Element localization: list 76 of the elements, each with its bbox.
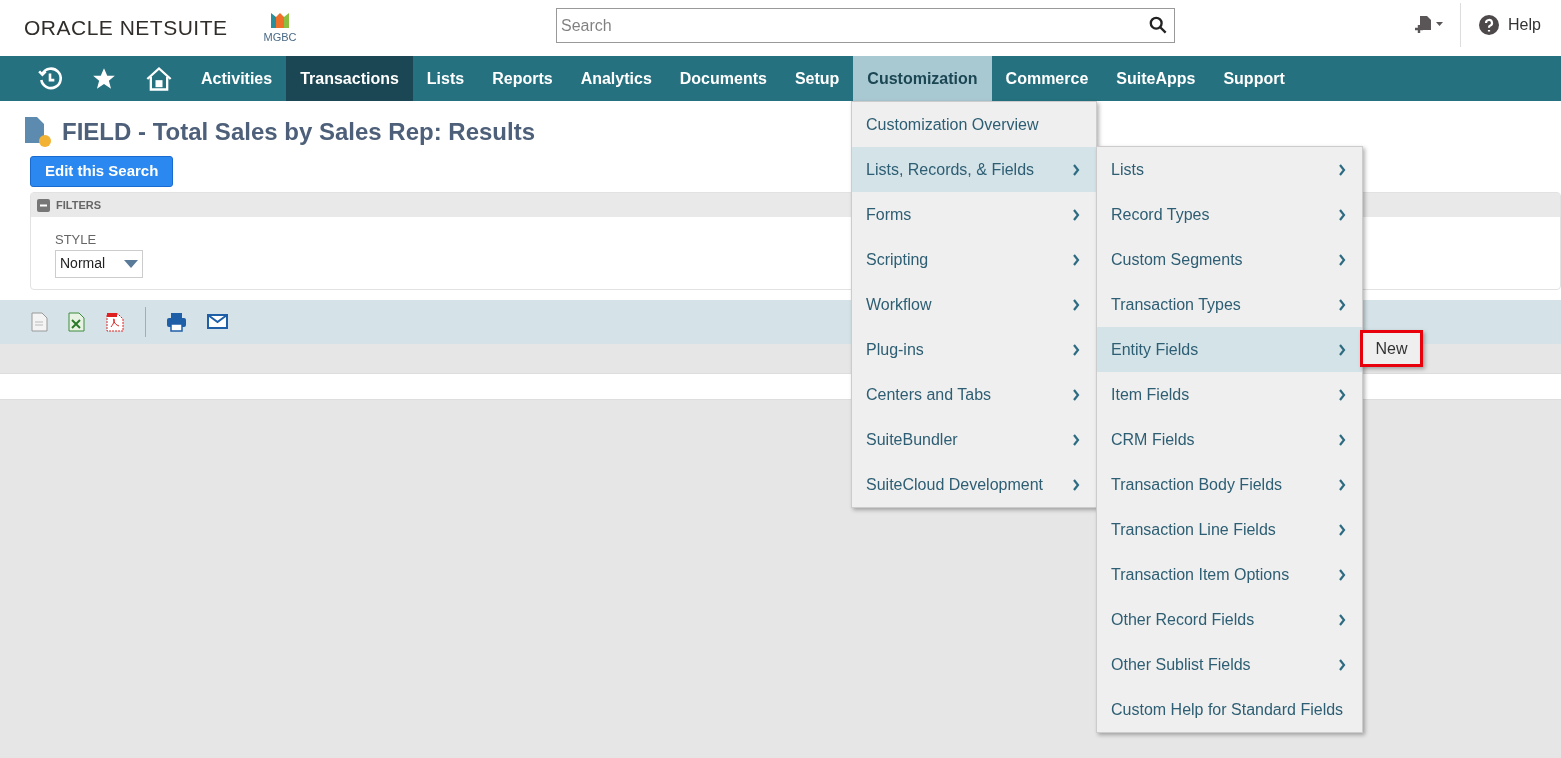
menu-item[interactable]: Workflow — [852, 282, 1096, 327]
menu-item[interactable]: Other Record Fields — [1097, 597, 1362, 642]
chevron-right-icon — [1072, 253, 1080, 266]
spreadsheet-icon[interactable] — [68, 312, 85, 332]
nav-tab[interactable]: Documents — [665, 56, 781, 101]
menu-item[interactable]: Record Types — [1097, 192, 1362, 237]
menu-item[interactable]: SuiteCloud Development — [852, 462, 1096, 507]
print-icon[interactable] — [166, 312, 187, 332]
chevron-right-icon — [1338, 568, 1346, 581]
menu-item[interactable]: Lists — [1097, 147, 1362, 192]
dropdown-arrow-icon — [124, 259, 138, 268]
document-icon — [24, 116, 52, 148]
search-icon[interactable] — [1149, 16, 1167, 34]
chevron-right-icon — [1338, 523, 1346, 536]
menu-item[interactable]: Plug-ins — [852, 327, 1096, 372]
chevron-right-icon — [1338, 658, 1346, 671]
menu-item[interactable]: SuiteBundler — [852, 417, 1096, 462]
menu-item[interactable]: Item Fields — [1097, 372, 1362, 417]
nav-tab[interactable]: Support — [1209, 56, 1299, 101]
company-name: MGBC — [263, 29, 297, 45]
recent-icon — [37, 65, 63, 92]
chevron-right-icon — [1338, 163, 1346, 176]
email-icon[interactable] — [207, 314, 228, 330]
help-button[interactable]: Help — [1479, 13, 1541, 37]
search-field[interactable]: Search — [556, 8, 1175, 43]
menu-item[interactable]: Entity Fields — [1097, 327, 1362, 372]
chevron-right-icon — [1072, 298, 1080, 311]
chevron-right-icon — [1338, 253, 1346, 266]
menu-item[interactable]: Centers and Tabs — [852, 372, 1096, 417]
menu-item[interactable]: Scripting — [852, 237, 1096, 282]
menu-item[interactable]: New — [1360, 330, 1423, 367]
chevron-right-icon — [1072, 388, 1080, 401]
menu-item[interactable]: Forms — [852, 192, 1096, 237]
chevron-right-icon — [1072, 433, 1080, 446]
chevron-right-icon — [1072, 478, 1080, 491]
style-dropdown[interactable]: Normal — [55, 249, 143, 278]
nav-tab[interactable]: Reports — [478, 56, 567, 101]
nav-tab[interactable]: SuiteApps — [1102, 56, 1210, 101]
nav-tab[interactable]: Setup — [780, 56, 854, 101]
menu-item[interactable]: Transaction Types — [1097, 282, 1362, 327]
nav-tab[interactable]: Commerce — [991, 56, 1103, 101]
chevron-right-icon — [1072, 163, 1080, 176]
menu-item[interactable]: Transaction Line Fields — [1097, 507, 1362, 552]
nav-tab[interactable]: Customization — [853, 56, 992, 101]
chevron-right-icon — [1338, 433, 1346, 446]
pdf-icon[interactable] — [105, 312, 125, 332]
nav-tab[interactable]: Analytics — [566, 56, 666, 101]
new-record-icon[interactable] — [1414, 14, 1444, 36]
chevron-right-icon — [1338, 478, 1346, 491]
menu-item[interactable]: CRM Fields — [1097, 417, 1362, 462]
menu-item[interactable]: Transaction Item Options — [1097, 552, 1362, 597]
chevron-right-icon — [1338, 613, 1346, 626]
nav-tab[interactable]: Transactions — [286, 56, 413, 101]
chevron-right-icon — [1072, 343, 1080, 356]
section-heading: FILTERS — [56, 197, 101, 213]
chevron-right-icon — [1338, 298, 1346, 311]
collapse-icon[interactable] — [37, 198, 50, 212]
nav-tab[interactable]: Activities — [187, 56, 287, 101]
help-icon — [1479, 15, 1499, 35]
menu-item[interactable]: Transaction Body Fields — [1097, 462, 1362, 507]
menu-item[interactable]: Customization Overview — [852, 102, 1096, 147]
oracle-netsuite-logo: ORACLE NETSUITE — [24, 15, 228, 42]
nav-tab[interactable]: Lists — [412, 56, 479, 101]
field-label: STYLE — [55, 231, 98, 249]
chevron-right-icon — [1072, 208, 1080, 221]
chevron-right-icon — [1338, 388, 1346, 401]
chevron-right-icon — [1338, 208, 1346, 221]
menu-item[interactable]: Other Sublist Fields — [1097, 642, 1362, 687]
menu-item[interactable]: Custom Help for Standard Fields — [1097, 687, 1362, 732]
company-logo-icon — [270, 10, 291, 29]
edit-search-button[interactable]: Edit this Search — [30, 156, 174, 187]
page-title: FIELD - Total Sales by Sales Rep: Results — [62, 117, 535, 147]
chevron-right-icon — [1338, 343, 1346, 356]
home-icon — [145, 65, 173, 92]
menu-item[interactable]: Custom Segments — [1097, 237, 1362, 282]
menu-item[interactable]: Lists, Records, & Fields — [852, 147, 1096, 192]
